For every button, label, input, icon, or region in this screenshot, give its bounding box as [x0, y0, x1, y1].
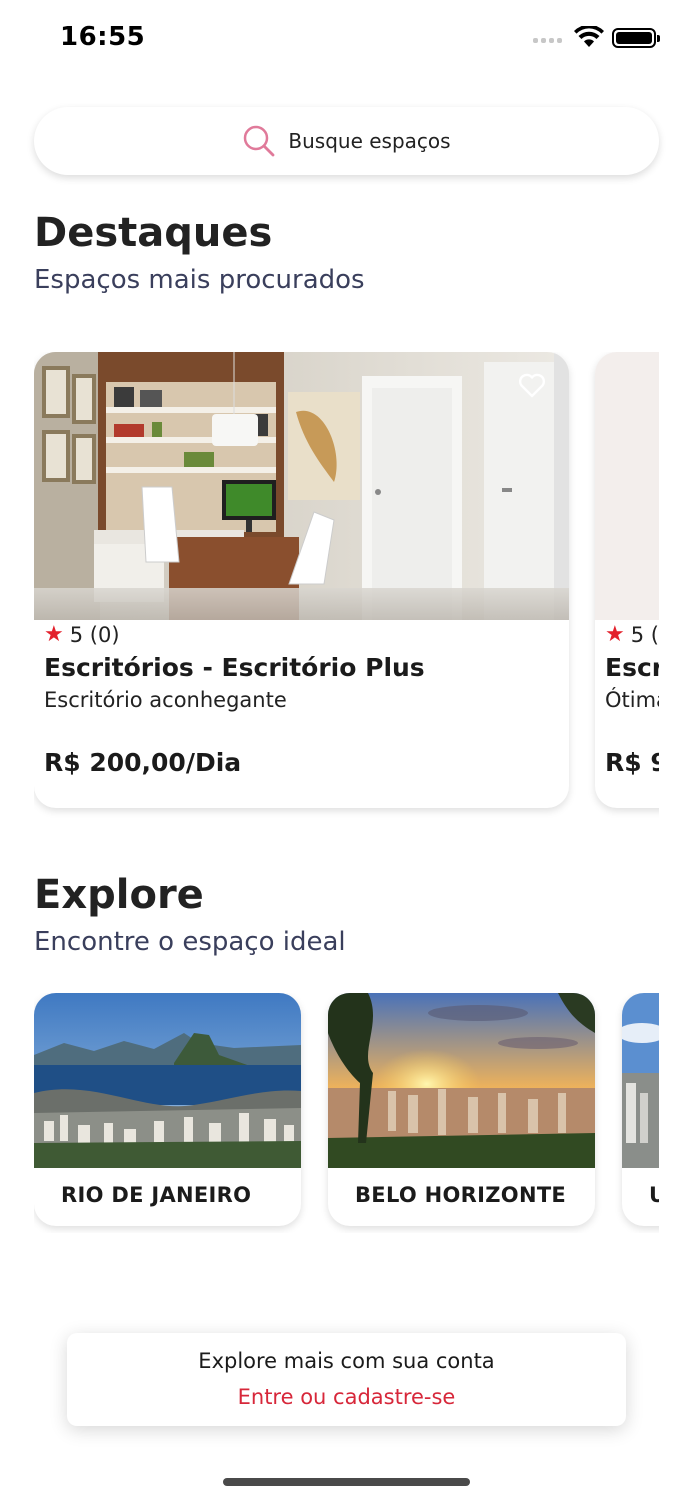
search-icon — [244, 125, 275, 157]
explore-title: Explore — [34, 872, 204, 918]
heart-outline-icon[interactable] — [517, 370, 547, 400]
rating: ★ 5 ( — [605, 622, 659, 647]
city-name: RIO DE JANEIRO — [61, 1183, 252, 1207]
space-price: R$ 200,00/Dia — [44, 748, 242, 777]
rating: ★ 5 (0) — [44, 622, 559, 647]
city-photo — [622, 993, 659, 1168]
highlights-subtitle: Espaços mais procurados — [34, 265, 365, 295]
space-card[interactable]: ★ 5 (0) Escritórios - Escritório Plus Es… — [34, 352, 569, 808]
rating-value: 5 ( — [630, 622, 659, 647]
space-price: R$ 9 — [605, 748, 659, 777]
star-icon: ★ — [605, 622, 625, 647]
search-bar[interactable]: Busque espaços — [34, 107, 659, 175]
rating-value: 5 (0) — [69, 622, 120, 647]
city-name: U — [649, 1183, 659, 1207]
login-banner: Explore mais com sua conta Entre ou cada… — [67, 1333, 626, 1426]
login-banner-text: Explore mais com sua conta — [198, 1349, 495, 1373]
space-description: Escritório aconhegante — [44, 688, 287, 712]
space-description: Ótima — [605, 688, 659, 712]
wifi-icon — [574, 26, 604, 47]
login-signup-link[interactable]: Entre ou cadastre-se — [67, 1385, 626, 1409]
explore-subtitle: Encontre o espaço ideal — [34, 927, 346, 957]
battery-icon — [612, 28, 660, 48]
city-card-bh[interactable]: BELO HORIZONTE — [328, 993, 595, 1226]
home-indicator[interactable] — [223, 1478, 470, 1486]
city-card-partial[interactable]: U — [622, 993, 659, 1226]
cities-carousel[interactable]: RIO DE JANEIRO BELO HORIZONTE U — [34, 993, 659, 1233]
city-name: BELO HORIZONTE — [355, 1183, 567, 1207]
space-title: Escritórios - Escritório Plus — [44, 653, 425, 682]
city-photo — [328, 993, 595, 1168]
status-bar: 16:55 — [0, 0, 693, 80]
status-time: 16:55 — [60, 22, 146, 52]
space-photo — [34, 352, 569, 620]
space-title: Escr — [605, 653, 659, 682]
space-card-body: ★ 5 (0) Escritórios - Escritório Plus Es… — [44, 622, 559, 712]
city-card-rio[interactable]: RIO DE JANEIRO — [34, 993, 301, 1226]
space-photo — [595, 352, 659, 620]
space-card-body: ★ 5 ( Escr Ótima — [605, 622, 659, 712]
city-photo — [34, 993, 301, 1168]
search-placeholder: Busque espaços — [288, 129, 451, 153]
signal-icon — [533, 38, 562, 43]
space-card[interactable]: ★ 5 ( Escr Ótima R$ 9 — [595, 352, 659, 808]
highlights-title: Destaques — [34, 210, 273, 256]
highlights-carousel[interactable]: ★ 5 (0) Escritórios - Escritório Plus Es… — [34, 352, 659, 822]
star-icon: ★ — [44, 622, 64, 647]
